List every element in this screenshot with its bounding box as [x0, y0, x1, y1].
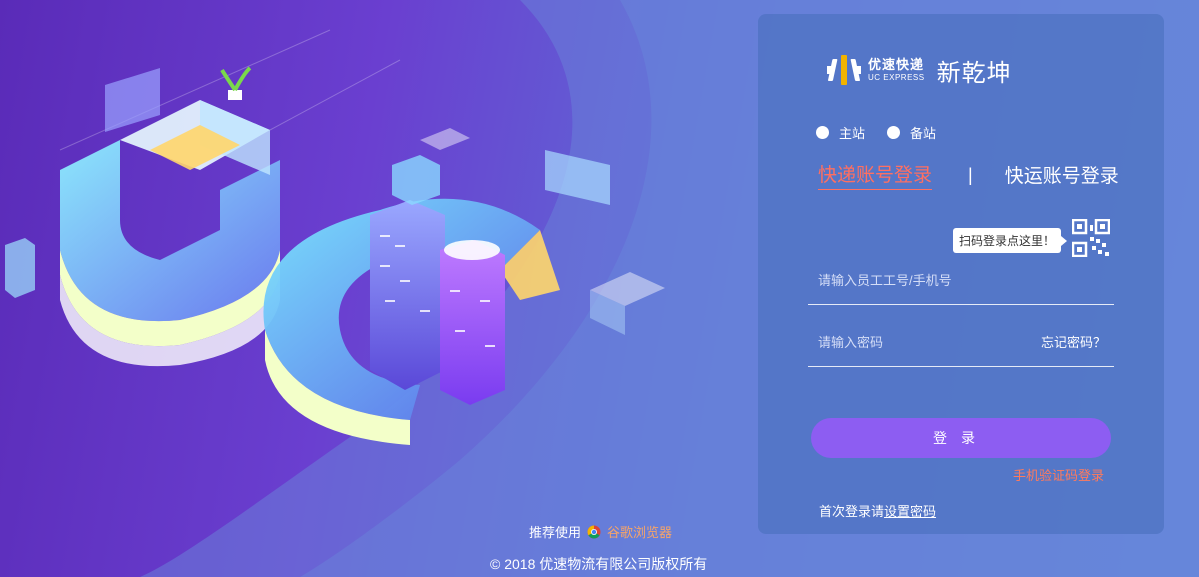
login-button[interactable]: 登录	[811, 418, 1111, 458]
username-field	[808, 268, 1114, 305]
radio-backup-label: 备站	[910, 126, 937, 141]
password-field: 忘记密码？	[808, 330, 1114, 367]
first-login-hint: 首次登录请设置密码	[819, 501, 936, 520]
hero-illustration	[5, 29, 665, 445]
first-login-prefix: 首次登录请	[819, 504, 885, 519]
logo-cn: 优速快递	[868, 57, 925, 72]
copyright: © 2018 优速物流有限公司版权所有	[490, 556, 708, 572]
chrome-icon	[587, 525, 601, 538]
radio-circle[interactable]	[887, 126, 901, 139]
tab-express-account[interactable]: 快递账号登录	[818, 160, 933, 190]
chrome-browser-link[interactable]: 谷歌浏览器	[607, 522, 672, 541]
browser-recommendation: 推荐使用 谷歌浏览器	[529, 522, 672, 541]
radio-circle[interactable]	[816, 126, 829, 139]
tab-freight-account[interactable]: 快运账号登录	[1005, 161, 1119, 190]
radio-backup-site[interactable]: 备站	[887, 123, 936, 142]
logo-text: 优速快递 UC EXPRESS	[868, 58, 925, 82]
radio-main-site[interactable]: 主站	[816, 123, 865, 142]
forgot-password-link[interactable]: 忘记密码？	[1041, 332, 1106, 351]
brand-logo: 优速快递 UC EXPRESS 新乾坤	[826, 52, 1012, 88]
qr-code-icon[interactable]	[1072, 219, 1110, 257]
sms-login-link[interactable]: 手机验证码登录	[1013, 465, 1104, 484]
qr-tooltip: 扫码登录点这里！	[953, 228, 1068, 253]
password-input[interactable]	[808, 330, 1018, 354]
logo-en: UC EXPRESS	[868, 73, 925, 82]
login-tabs: 快递账号登录 | 快运账号登录	[818, 160, 1119, 190]
login-panel: 优速快递 UC EXPRESS 新乾坤 主站 备站 快递账号登录 | 快运账号登…	[758, 14, 1164, 534]
radio-main-label: 主站	[839, 126, 866, 141]
uc-express-logo-icon	[827, 55, 861, 85]
site-selector: 主站 备站	[816, 123, 936, 142]
set-password-link[interactable]: 设置密码	[884, 504, 936, 519]
tab-separator: |	[968, 164, 973, 185]
app-name: 新乾坤	[936, 59, 1012, 87]
username-input[interactable]	[808, 268, 1018, 292]
recommend-label: 推荐使用	[529, 525, 582, 540]
